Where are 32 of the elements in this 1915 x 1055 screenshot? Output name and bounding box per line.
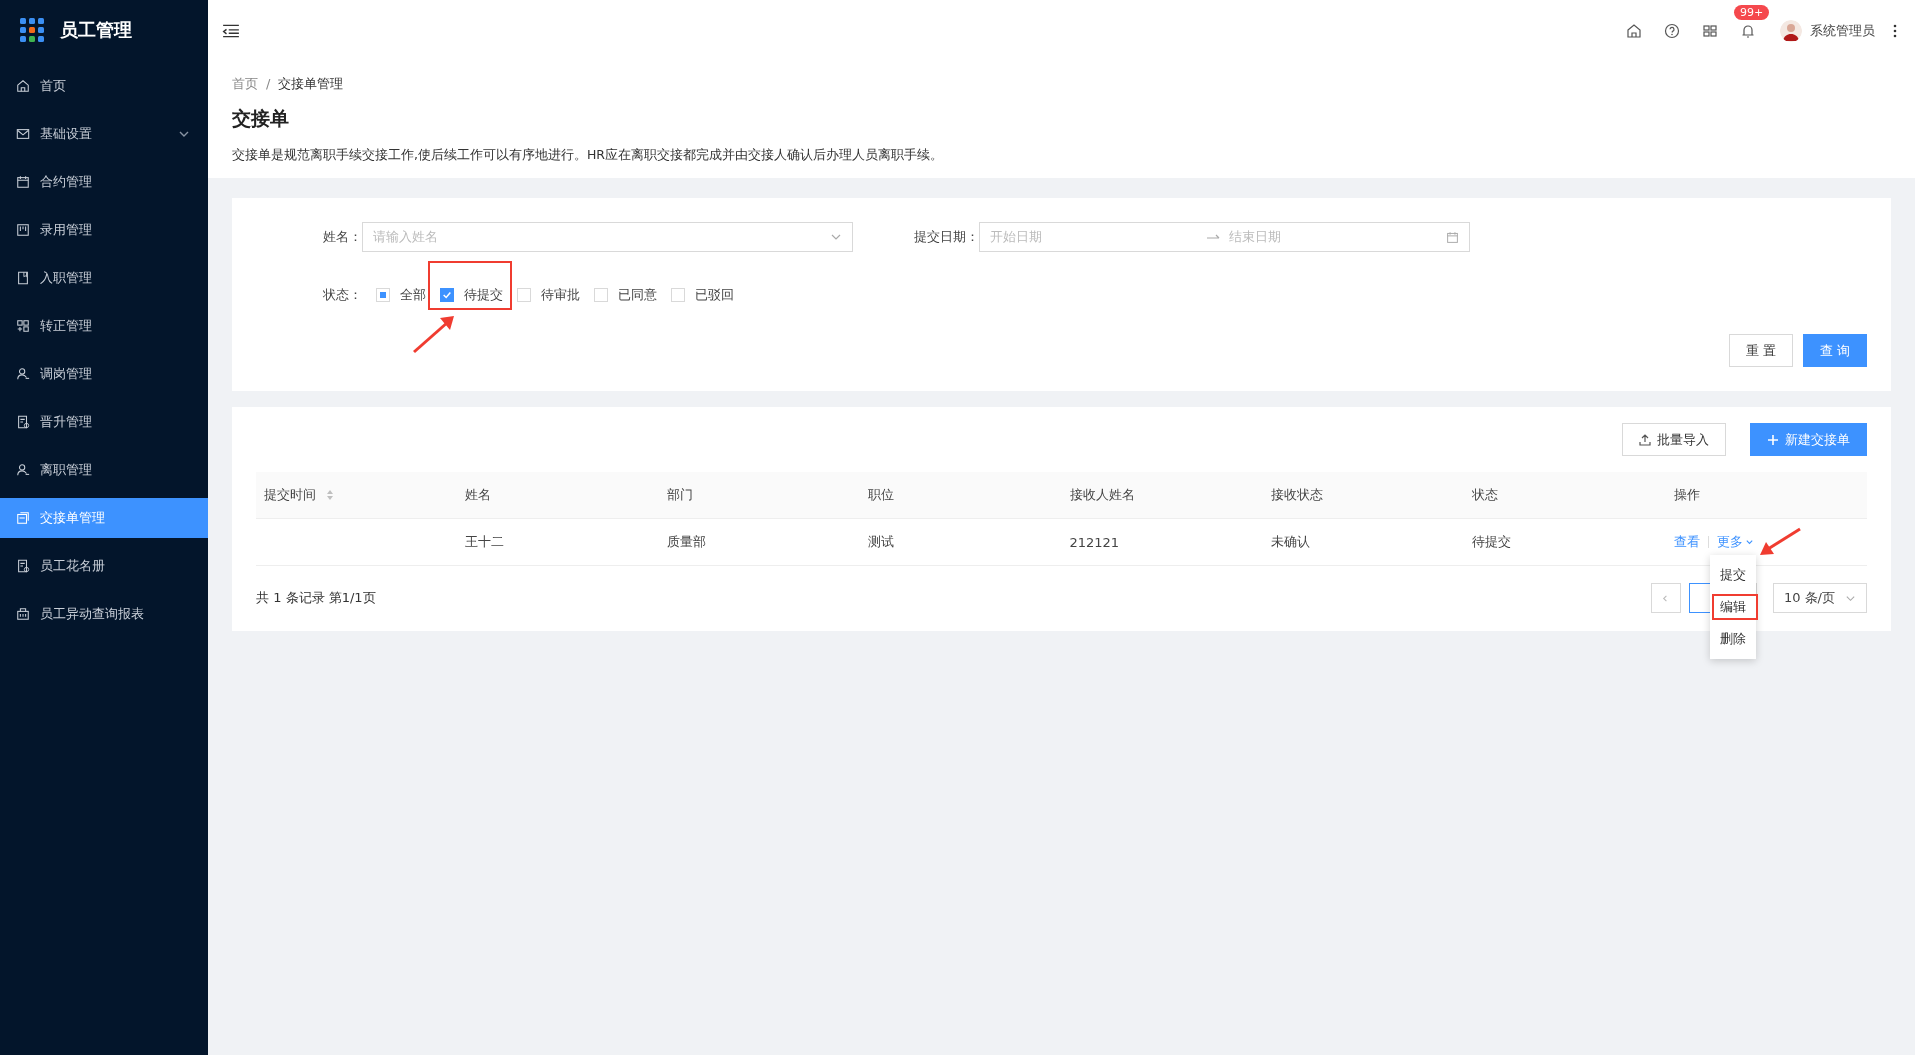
- column-header: 提交时间: [256, 472, 458, 519]
- table-cell: 王十二: [465, 533, 505, 551]
- table-cell: 待提交: [1472, 533, 1512, 551]
- checkbox-label: 待提交: [464, 286, 503, 304]
- column-header: 操作: [1665, 472, 1867, 519]
- checkbox-label: 全部: [400, 286, 426, 304]
- field-label: 姓名：: [322, 228, 362, 246]
- field-label: 状态：: [322, 286, 362, 304]
- column-header: 状态: [1464, 472, 1666, 519]
- checkbox-label: 已驳回: [695, 286, 734, 304]
- table-cell: 212121: [1069, 534, 1120, 550]
- record-summary: 共 1 条记录 第1/1页: [256, 589, 376, 607]
- column-header: 职位: [860, 472, 1062, 519]
- app-title: 员工管理: [60, 18, 132, 42]
- column-header: 接收状态: [1262, 472, 1465, 519]
- breadcrumb-current: 交接单管理: [278, 76, 344, 92]
- column-header: 姓名: [457, 472, 659, 519]
- checkbox-label: 已同意: [618, 286, 657, 304]
- table-cell: 测试: [868, 533, 895, 551]
- placeholder: 开始日期: [990, 228, 1043, 246]
- page-title: 交接单: [232, 106, 290, 130]
- checkbox-label: 待审批: [541, 286, 580, 304]
- notification-badge: 99+: [1734, 4, 1770, 20]
- placeholder: 请输入姓名: [373, 228, 439, 246]
- column-header: 接收人姓名: [1061, 472, 1263, 519]
- field-label: 提交日期：: [913, 228, 979, 246]
- breadcrumb-separator: /: [266, 76, 271, 92]
- table-cell: 质量部: [666, 533, 706, 551]
- page-description: 交接单是规范离职手续交接工作,使后续工作可以有序地进行。HR应在离职交接都完成并由交接人确认后办理人员离职手续。: [232, 147, 945, 163]
- table-cell: 未确认: [1270, 533, 1310, 551]
- placeholder: 结束日期: [1229, 228, 1282, 246]
- column-header: 部门: [658, 472, 861, 519]
